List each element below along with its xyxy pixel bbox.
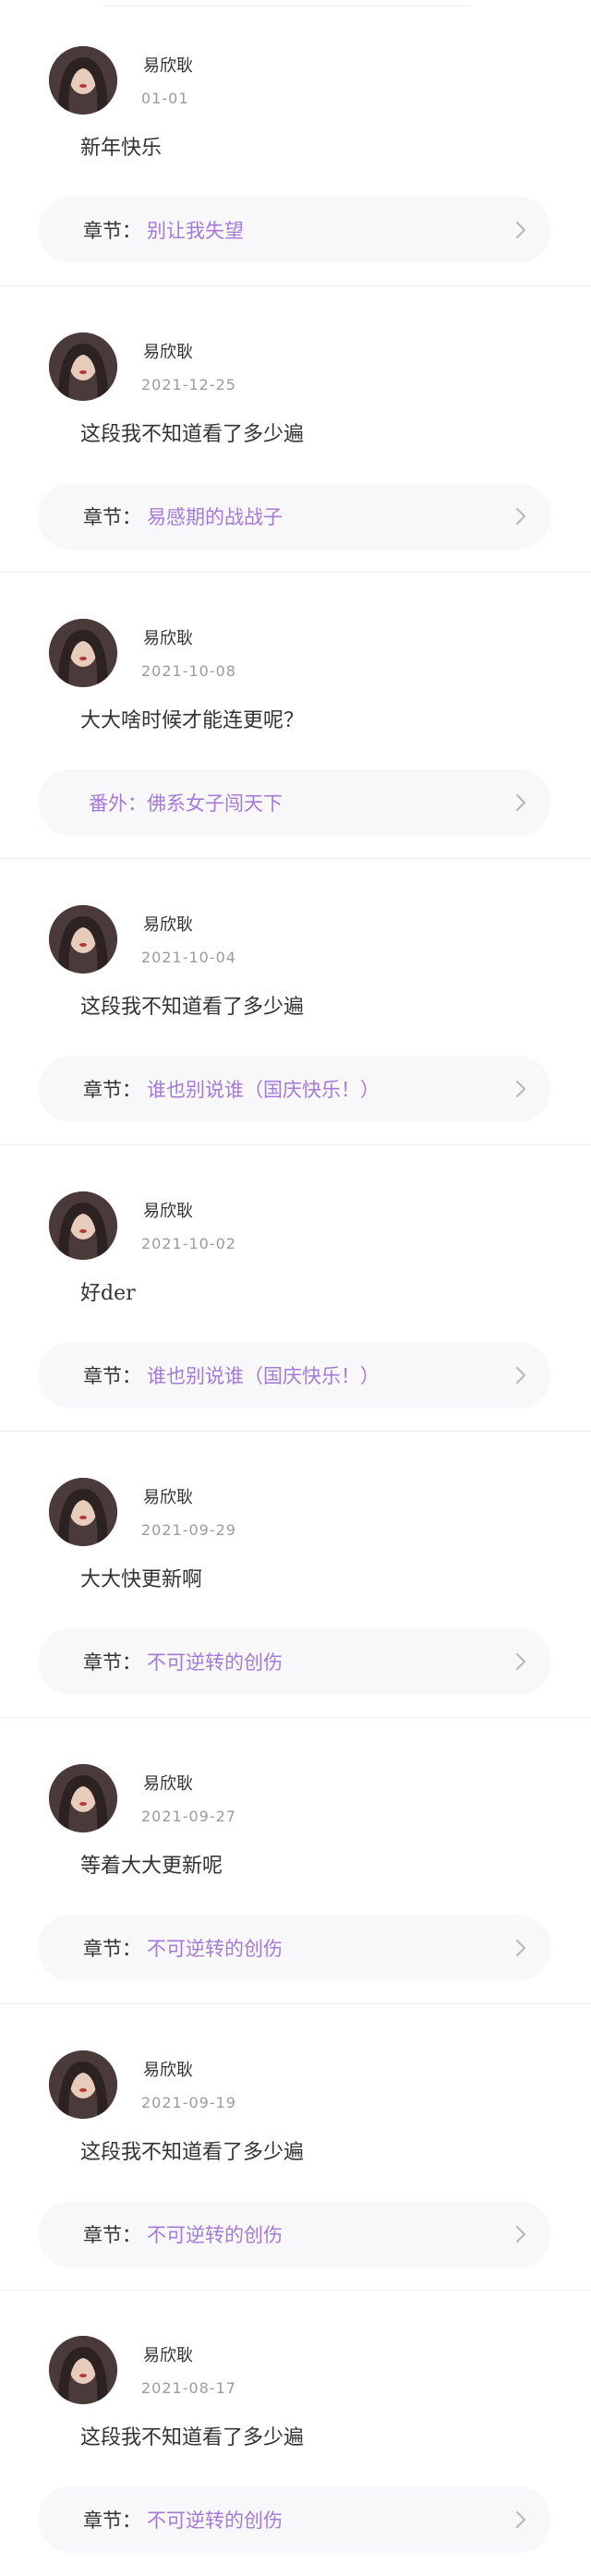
comment-item: 易欣耿 2021-09-27 等着大大更新呢 章节： 不可逆转的创伤 [0, 1718, 591, 2004]
chapter-link[interactable]: 章节： 不可逆转的创伤 [39, 2486, 550, 2553]
chapter-link[interactable]: 章节： 不可逆转的创伤 [39, 1915, 550, 1981]
comment-text: 等着大大更新呢 [80, 1855, 223, 1878]
chapter-prefix: 章节： [83, 1079, 141, 1101]
chapter-prefix: 章节： [83, 506, 141, 528]
comment-date: 2021-10-08 [141, 662, 236, 680]
chevron-right-icon [515, 221, 526, 239]
user-avatar[interactable] [49, 2336, 117, 2404]
avatar-image [49, 1191, 117, 1260]
comment-text: 这段我不知道看了多少遍 [80, 2426, 305, 2449]
user-name: 易欣耿 [143, 1774, 193, 1794]
chevron-right-icon [515, 1939, 526, 1957]
user-avatar[interactable] [49, 1478, 117, 1546]
chapter-title: 不可逆转的创伤 [147, 1938, 283, 1960]
comment-item: 易欣耿 2021-10-08 大大啥时候才能连更呢？ 番外：佛系女子闯天下 [0, 573, 591, 859]
comment-item: 易欣耿 2021-09-19 这段我不知道看了多少遍 章节： 不可逆转的创伤 [0, 2004, 591, 2291]
comment-item: 易欣耿 01-01 新年快乐 章节： 别让我失望 [0, 0, 591, 286]
chapter-link[interactable]: 章节： 谁也别说谁（国庆快乐！） [39, 1342, 550, 1409]
chevron-right-icon [515, 1366, 526, 1385]
chevron-right-icon [515, 507, 526, 526]
chapter-prefix: 章节： [83, 2224, 141, 2246]
chapter-prefix: 章节： [83, 1365, 141, 1387]
chevron-right-icon [515, 2225, 526, 2243]
chapter-prefix: 章节： [83, 1938, 141, 1960]
comment-item: 易欣耿 2021-10-02 好der 章节： 谁也别说谁（国庆快乐！） [0, 1145, 591, 1432]
comment-text: 大大快更新啊 [80, 1568, 203, 1591]
chapter-prefix: 章节： [83, 1651, 141, 1674]
avatar-image [49, 2336, 117, 2404]
user-avatar[interactable] [49, 333, 117, 401]
comment-date: 2021-12-25 [141, 376, 236, 393]
user-name: 易欣耿 [143, 1488, 193, 1507]
chapter-title: 别让我失望 [147, 220, 244, 242]
avatar-image [49, 619, 117, 687]
chevron-right-icon [515, 1080, 526, 1098]
comment-date: 01-01 [141, 90, 189, 107]
comment-text: 这段我不知道看了多少遍 [80, 2141, 305, 2164]
comment-item: 易欣耿 2021-10-04 这段我不知道看了多少遍 章节： 谁也别说谁（国庆快… [0, 859, 591, 1145]
user-name: 易欣耿 [143, 2346, 193, 2365]
chapter-link[interactable]: 章节： 不可逆转的创伤 [39, 2201, 550, 2268]
comment-date: 2021-10-02 [141, 1235, 236, 1252]
avatar-image [49, 2050, 117, 2119]
chapter-title: 不可逆转的创伤 [147, 2509, 283, 2532]
chapter-link[interactable]: 章节： 别让我失望 [39, 197, 550, 263]
chapter-prefix: 章节： [83, 220, 141, 242]
comment-item: 易欣耿 2021-08-17 这段我不知道看了多少遍 章节： 不可逆转的创伤 [0, 2290, 591, 2576]
avatar-image [49, 1764, 117, 1832]
comment-text: 大大啥时候才能连更呢？ [80, 709, 305, 732]
user-avatar[interactable] [49, 46, 117, 115]
avatar-image [49, 333, 117, 401]
comment-text: 好der [80, 1282, 136, 1305]
chapter-title: 不可逆转的创伤 [147, 1651, 283, 1674]
avatar-image [49, 905, 117, 974]
chapter-link[interactable]: 章节： 谁也别说谁（国庆快乐！） [39, 1056, 550, 1122]
user-avatar[interactable] [49, 1764, 117, 1832]
comment-text: 新年快乐 [80, 137, 163, 160]
comment-date: 2021-09-29 [141, 1521, 236, 1539]
chevron-right-icon [515, 793, 526, 812]
chapter-title: 番外：佛系女子闯天下 [89, 792, 283, 815]
comment-date: 2021-10-04 [141, 949, 236, 966]
user-avatar[interactable] [49, 1191, 117, 1260]
comment-item: 易欣耿 2021-12-25 这段我不知道看了多少遍 章节： 易感期的战战子 [0, 286, 591, 573]
chevron-right-icon [515, 2510, 526, 2529]
avatar-image [49, 46, 117, 115]
chapter-title: 谁也别说谁（国庆快乐！） [147, 1365, 380, 1387]
user-name: 易欣耿 [143, 1202, 193, 1221]
user-name: 易欣耿 [143, 56, 193, 76]
user-avatar[interactable] [49, 905, 117, 974]
user-name: 易欣耿 [143, 343, 193, 362]
comment-text: 这段我不知道看了多少遍 [80, 996, 305, 1019]
avatar-image [49, 1478, 117, 1546]
user-name: 易欣耿 [143, 915, 193, 935]
comment-date: 2021-08-17 [141, 2379, 236, 2397]
user-name: 易欣耿 [143, 629, 193, 648]
chapter-link[interactable]: 章节： 不可逆转的创伤 [39, 1628, 550, 1695]
comment-date: 2021-09-27 [141, 1808, 236, 1825]
comment-date: 2021-09-19 [141, 2094, 236, 2111]
chapter-title: 易感期的战战子 [147, 506, 283, 528]
chapter-link[interactable]: 番外：佛系女子闯天下 [39, 769, 550, 836]
chapter-title: 不可逆转的创伤 [147, 2224, 283, 2246]
chapter-link[interactable]: 章节： 易感期的战战子 [39, 483, 550, 550]
comment-item: 易欣耿 2021-09-29 大大快更新啊 章节： 不可逆转的创伤 [0, 1432, 591, 1718]
comment-text: 这段我不知道看了多少遍 [80, 423, 305, 446]
user-avatar[interactable] [49, 619, 117, 687]
chapter-prefix: 章节： [83, 2509, 141, 2532]
chapter-title: 谁也别说谁（国庆快乐！） [147, 1079, 380, 1101]
user-avatar[interactable] [49, 2050, 117, 2119]
chevron-right-icon [515, 1652, 526, 1671]
user-name: 易欣耿 [143, 2061, 193, 2080]
